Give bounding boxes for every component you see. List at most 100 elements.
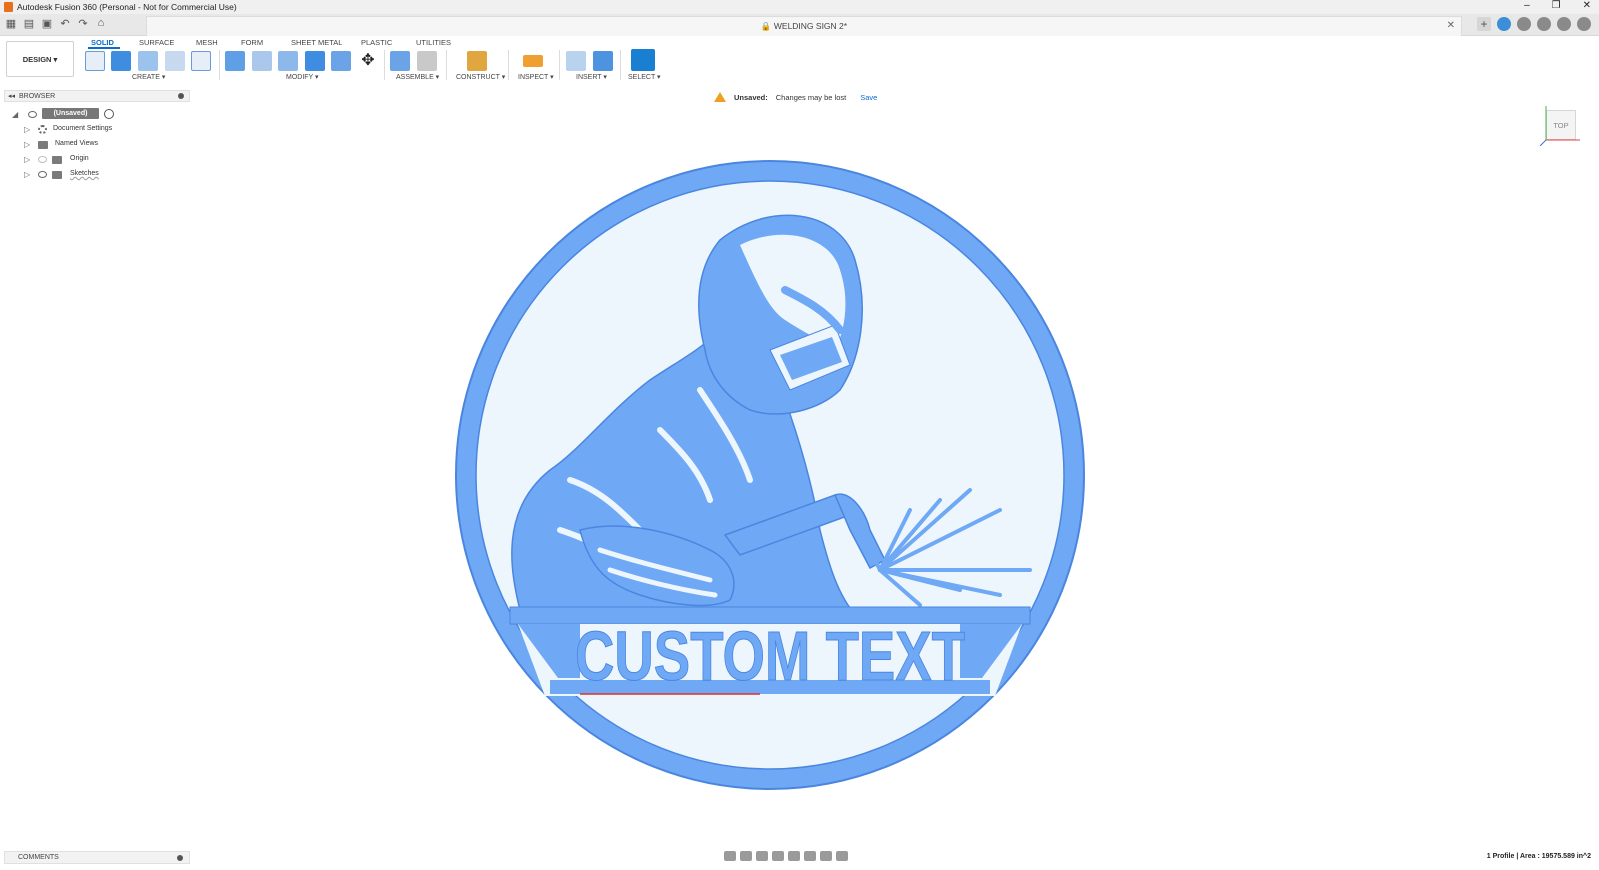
workspace-switcher[interactable]: DESIGN ▾: [6, 41, 74, 77]
chamfer-icon[interactable]: [278, 51, 298, 71]
quick-access-toolbar: ▦ ▤ ▣ ↶ ↷ ⌂ 🔒 WELDING SIGN 2* ✕ +: [0, 14, 1599, 36]
visibility-eye-icon[interactable]: [38, 171, 47, 178]
ribbon-separator: [384, 50, 385, 80]
title-bar: Autodesk Fusion 360 (Personal - Not for …: [0, 0, 1599, 14]
job-status-icon[interactable]: [1517, 17, 1531, 31]
undo-icon[interactable]: ↶: [58, 17, 72, 30]
viewports-icon[interactable]: [836, 851, 848, 861]
zoom-icon[interactable]: [772, 851, 784, 861]
look-at-icon[interactable]: [740, 851, 752, 861]
fillet-icon[interactable]: [252, 51, 272, 71]
orbit-icon[interactable]: [724, 851, 736, 861]
expand-icon[interactable]: ◢: [12, 110, 18, 119]
home-icon[interactable]: ⌂: [94, 17, 108, 30]
visibility-eye-icon[interactable]: [28, 111, 37, 118]
tab-sheet-metal[interactable]: SHEET METAL: [291, 38, 342, 47]
tree-item-sketches[interactable]: ▷ Sketches: [24, 169, 174, 182]
notifications-icon[interactable]: [1537, 17, 1551, 31]
unsaved-message: Changes may be lost: [775, 92, 847, 102]
tree-item-named-views[interactable]: ▷ Named Views: [24, 139, 174, 152]
tab-plastic[interactable]: PLASTIC: [361, 38, 392, 47]
measure-icon[interactable]: [523, 55, 543, 67]
apps-grid-icon[interactable]: ▦: [4, 17, 18, 30]
tree-item-label: Origin: [70, 155, 89, 162]
pan-icon[interactable]: [756, 851, 768, 861]
revolve-icon[interactable]: [138, 51, 158, 71]
tab-solid[interactable]: SOLID: [91, 38, 114, 47]
help-icon[interactable]: [1557, 17, 1571, 31]
document-title: WELDING SIGN 2*: [773, 21, 848, 31]
visibility-eye-icon[interactable]: [38, 156, 47, 163]
pin-icon[interactable]: [178, 93, 184, 99]
press-pull-icon[interactable]: [225, 51, 245, 71]
offset-face-icon[interactable]: [331, 51, 351, 71]
expand-icon[interactable]: ▷: [24, 125, 30, 134]
comments-panel-header[interactable]: COMMENTS: [4, 851, 190, 864]
offset-plane-icon[interactable]: [467, 51, 487, 71]
pin-icon[interactable]: [177, 855, 183, 861]
grid-settings-icon[interactable]: [820, 851, 832, 861]
avatar[interactable]: [1577, 17, 1591, 31]
expand-icon[interactable]: ▷: [24, 170, 30, 179]
save-link[interactable]: Save: [860, 93, 877, 102]
combine-icon[interactable]: [305, 51, 325, 71]
insert-canvas-icon[interactable]: [593, 51, 613, 71]
comments-title: COMMENTS: [18, 854, 59, 861]
tab-form[interactable]: FORM: [241, 38, 263, 47]
assemble-group-label[interactable]: ASSEMBLE ▾: [396, 73, 439, 81]
tab-surface[interactable]: SURFACE: [139, 38, 174, 47]
ribbon-separator: [620, 50, 621, 80]
extrude-icon[interactable]: [111, 51, 131, 71]
viewcube[interactable]: TOP: [1538, 106, 1582, 146]
gear-icon: [38, 125, 47, 134]
hole-icon[interactable]: [165, 51, 185, 71]
collapse-panel-icon[interactable]: ◂◂: [8, 92, 15, 100]
fusion-logo-icon: [4, 2, 13, 12]
insert-derive-icon[interactable]: [566, 51, 586, 71]
file-menu-icon[interactable]: ▤: [22, 17, 36, 30]
expand-icon[interactable]: ▷: [24, 155, 30, 164]
close-icon[interactable]: ✕: [1583, 0, 1591, 11]
tree-item-document-settings[interactable]: ▷ Document Settings: [24, 124, 174, 137]
create-sketch-icon[interactable]: [85, 51, 105, 71]
pattern-icon[interactable]: [191, 51, 211, 71]
root-component-label[interactable]: (Unsaved): [42, 108, 99, 119]
select-group-label[interactable]: SELECT ▾: [628, 73, 661, 81]
select-icon[interactable]: [631, 49, 655, 71]
fit-icon[interactable]: [788, 851, 800, 861]
move-icon[interactable]: ✥: [358, 51, 378, 71]
redo-icon[interactable]: ↷: [76, 17, 90, 30]
browser-panel-header[interactable]: ◂◂ BROWSER: [4, 90, 190, 102]
expand-icon[interactable]: ▷: [24, 140, 30, 149]
restore-icon[interactable]: ❐: [1552, 0, 1561, 11]
design-canvas[interactable]: CUSTOM TEXT: [440, 150, 1100, 800]
app-title: Autodesk Fusion 360 (Personal - Not for …: [17, 2, 237, 12]
browser-title: BROWSER: [19, 92, 56, 100]
display-settings-icon[interactable]: [804, 851, 816, 861]
modify-group-label[interactable]: MODIFY ▾: [286, 73, 319, 81]
new-tab-icon[interactable]: +: [1477, 17, 1491, 31]
selection-status: 1 Profile | Area : 19575.589 in^2: [1486, 853, 1591, 860]
ribbon-separator: [446, 50, 447, 80]
insert-group-label[interactable]: INSERT ▾: [576, 73, 607, 81]
tab-utilities[interactable]: UTILITIES: [416, 38, 451, 47]
construct-group-label[interactable]: CONSTRUCT ▾: [456, 73, 505, 81]
save-icon[interactable]: ▣: [40, 17, 54, 30]
ribbon-separator: [559, 50, 560, 80]
tab-mesh[interactable]: MESH: [196, 38, 218, 47]
activate-radio-icon[interactable]: [104, 109, 114, 119]
joint-icon[interactable]: [417, 51, 437, 71]
inspect-group-label[interactable]: INSPECT ▾: [518, 73, 554, 81]
new-component-icon[interactable]: [390, 51, 410, 71]
create-group-label[interactable]: CREATE ▾: [132, 73, 165, 81]
active-tab-indicator: [88, 47, 120, 49]
lock-icon: 🔒: [760, 21, 772, 31]
navigation-bar: [724, 851, 848, 861]
custom-text[interactable]: CUSTOM TEXT: [575, 617, 966, 696]
tree-item-origin[interactable]: ▷ Origin: [24, 154, 174, 167]
minimize-icon[interactable]: –: [1524, 0, 1530, 11]
welding-sign-sketch[interactable]: CUSTOM TEXT: [440, 150, 1100, 800]
close-tab-icon[interactable]: ✕: [1447, 20, 1455, 31]
document-tab[interactable]: 🔒 WELDING SIGN 2* ✕: [146, 16, 1462, 36]
extensions-icon[interactable]: [1497, 17, 1511, 31]
